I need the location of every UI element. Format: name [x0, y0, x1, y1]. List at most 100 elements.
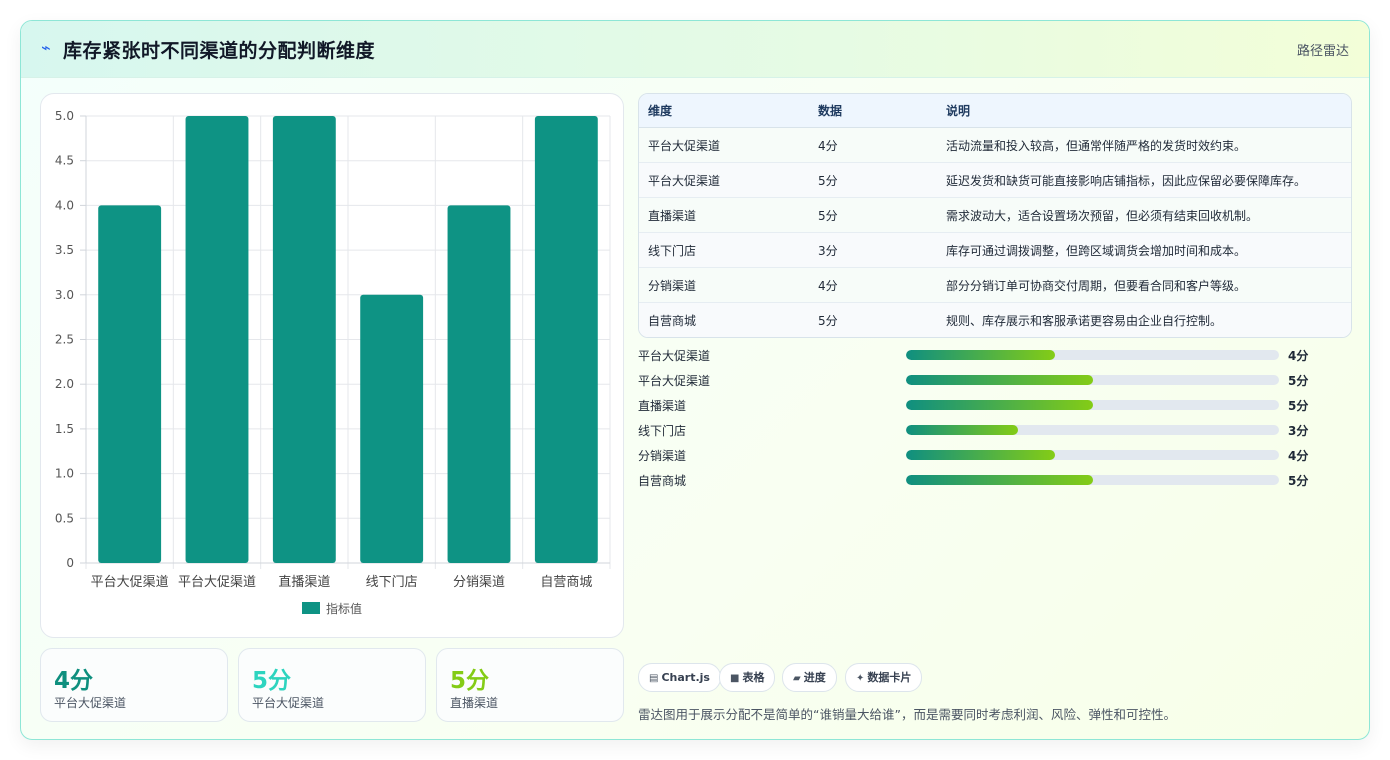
page-title: 库存紧张时不同渠道的分配判断维度	[63, 40, 376, 62]
table-cell: 平台大促渠道	[639, 127, 809, 163]
legend-swatch	[302, 602, 320, 614]
progress-row: 平台大促渠道 4分	[638, 345, 1338, 365]
table-cell: 5分	[809, 162, 937, 198]
stat-value: 5分	[252, 668, 292, 694]
bar	[185, 116, 249, 563]
progress-row: 直播渠道 5分	[638, 395, 1338, 415]
dimension-table: 维度 数据 说明 平台大促渠道 4分 活动流量和投入较高，但通常伴随严格的发货时…	[638, 93, 1352, 338]
y-tick-label: 3.5	[55, 243, 74, 257]
y-tick-label: 0	[66, 556, 74, 570]
progress-value: 5分	[1288, 474, 1309, 488]
progress-fill	[906, 450, 1056, 460]
table-cell: 5分	[809, 302, 937, 337]
progress-track	[906, 375, 1279, 385]
bar	[360, 294, 424, 563]
table-row: 直播渠道 5分 需求波动大，适合设置场次预留，但必须有结束回收机制。	[639, 197, 1351, 233]
table-cell: 活动流量和投入较高，但通常伴随严格的发货时效约束。	[937, 127, 1351, 163]
progress-row: 平台大促渠道 5分	[638, 370, 1338, 390]
table-cell: 直播渠道	[639, 197, 809, 233]
card-icon: ✦	[856, 673, 865, 684]
legend-label: 指标值	[326, 601, 362, 616]
stat-label: 平台大促渠道	[252, 696, 325, 710]
progress-track	[906, 475, 1279, 485]
table-cell: 4分	[809, 127, 937, 163]
y-tick-label: 4.0	[55, 198, 74, 212]
progress-fill	[906, 350, 1056, 360]
column-header: 数据	[809, 94, 937, 128]
table-cell: 4分	[809, 267, 937, 303]
progress-track	[906, 350, 1279, 360]
stat-value: 4分	[54, 668, 94, 694]
progress-label: 线下门店	[638, 424, 687, 438]
chip-label: 进度	[803, 671, 826, 684]
progress-label: 自营商城	[638, 474, 687, 488]
y-tick-label: 0.5	[55, 511, 74, 525]
table-row: 线下门店 3分 库存可通过调拨调整，但跨区域调货会增加时间和成本。	[639, 232, 1351, 268]
chip-label: Chart.js	[661, 671, 710, 684]
sparkle-icon: ⌁	[41, 38, 51, 57]
table-cell: 分销渠道	[639, 267, 809, 303]
header-tag: 路径雷达	[1296, 44, 1349, 59]
footnote: 雷达图用于展示分配不是简单的“谁销量大给谁”，而是需要同时考虑利润、风险、弹性和…	[638, 707, 1176, 722]
stat-value: 5分	[450, 668, 490, 694]
table-cell: 库存可通过调拨调整，但跨区域调货会增加时间和成本。	[937, 232, 1351, 268]
x-tick-label: 平台大促渠道	[178, 575, 256, 590]
table-row: 分销渠道 4分 部分分销订单可协商交付周期，但要看合同和客户等级。	[639, 267, 1351, 303]
bar-chart: 0 0.5 1.0 1.5 2.0 2.5 3.0 3.5 4.0 4.5 5.0 平台大促渠道 平台大…	[55, 109, 611, 616]
progress-label: 平台大促渠道	[638, 374, 711, 388]
progress-label: 分销渠道	[638, 449, 687, 463]
progress-value: 5分	[1288, 374, 1309, 388]
stat-label: 直播渠道	[450, 696, 499, 710]
progress-label: 直播渠道	[638, 399, 687, 413]
progress-fill	[906, 425, 1018, 435]
table-row: 平台大促渠道 4分 活动流量和投入较高，但通常伴随严格的发货时效约束。	[639, 127, 1351, 163]
stat-card-1: 4分 平台大促渠道	[40, 648, 228, 722]
main-card: ⌁ 库存紧张时不同渠道的分配判断维度 路径雷达 0 0.5 1.0 1.5 2.0 2.5…	[20, 20, 1370, 740]
y-tick-label: 5.0	[55, 109, 74, 123]
column-header: 维度	[639, 94, 809, 128]
table-cell: 需求波动大，适合设置场次预留，但必须有结束回收机制。	[937, 197, 1351, 233]
chart-icon: ▤	[649, 673, 659, 684]
header: ⌁ 库存紧张时不同渠道的分配判断维度 路径雷达	[21, 21, 1369, 78]
x-tick-label: 直播渠道	[278, 575, 330, 590]
chip-progress[interactable]: ▰ 进度	[782, 663, 837, 692]
chip-chartjs[interactable]: ▤ Chart.js	[638, 663, 721, 692]
progress-row: 自营商城 5分	[638, 470, 1338, 490]
y-tick-label: 4.5	[55, 154, 74, 168]
progress-row: 线下门店 3分	[638, 420, 1338, 440]
table-cell: 规则、库存展示和客服承诺更容易由企业自行控制。	[937, 302, 1351, 337]
table-icon: ■	[730, 673, 740, 684]
table-row: 平台大促渠道 5分 延迟发货和缺货可能直接影响店铺指标，因此应保留必要保障库存。	[639, 162, 1351, 198]
chip-label: 表格	[742, 671, 765, 684]
progress-icon: ▰	[793, 673, 801, 684]
progress-label: 平台大促渠道	[638, 349, 711, 363]
progress-track	[906, 425, 1279, 435]
x-tick-label: 平台大促渠道	[91, 575, 169, 590]
chip-label: 数据卡片	[867, 671, 912, 684]
chip-data-card[interactable]: ✦ 数据卡片	[845, 663, 923, 692]
table-cell: 自营商城	[639, 302, 809, 337]
y-tick-label: 1.5	[55, 422, 74, 436]
x-tick-label: 分销渠道	[453, 575, 505, 590]
y-tick-label: 3.0	[55, 288, 74, 302]
table-cell: 延迟发货和缺货可能直接影响店铺指标，因此应保留必要保障库存。	[937, 162, 1351, 198]
progress-fill	[906, 400, 1093, 410]
progress-track	[906, 400, 1279, 410]
bar	[447, 205, 511, 563]
bar	[272, 116, 336, 563]
table-row: 自营商城 5分 规则、库存展示和客服承诺更容易由企业自行控制。	[639, 302, 1351, 337]
progress-fill	[906, 375, 1093, 385]
progress-row: 分销渠道 4分	[638, 445, 1338, 465]
y-tick-label: 2.0	[55, 377, 74, 391]
progress-value: 3分	[1288, 424, 1309, 438]
stat-label: 平台大促渠道	[54, 696, 127, 710]
y-tick-label: 1.0	[55, 467, 74, 481]
x-tick-label: 自营商城	[540, 575, 592, 590]
progress-track	[906, 450, 1279, 460]
stat-card-3: 5分 直播渠道	[436, 648, 624, 722]
progress-fill	[906, 475, 1093, 485]
chip-table[interactable]: ■ 表格	[719, 663, 776, 692]
table-cell: 5分	[809, 197, 937, 233]
progress-value: 4分	[1288, 349, 1309, 363]
bar-chart-panel: 0 0.5 1.0 1.5 2.0 2.5 3.0 3.5 4.0 4.5 5.0 平台大促渠道 平台大…	[40, 93, 624, 638]
